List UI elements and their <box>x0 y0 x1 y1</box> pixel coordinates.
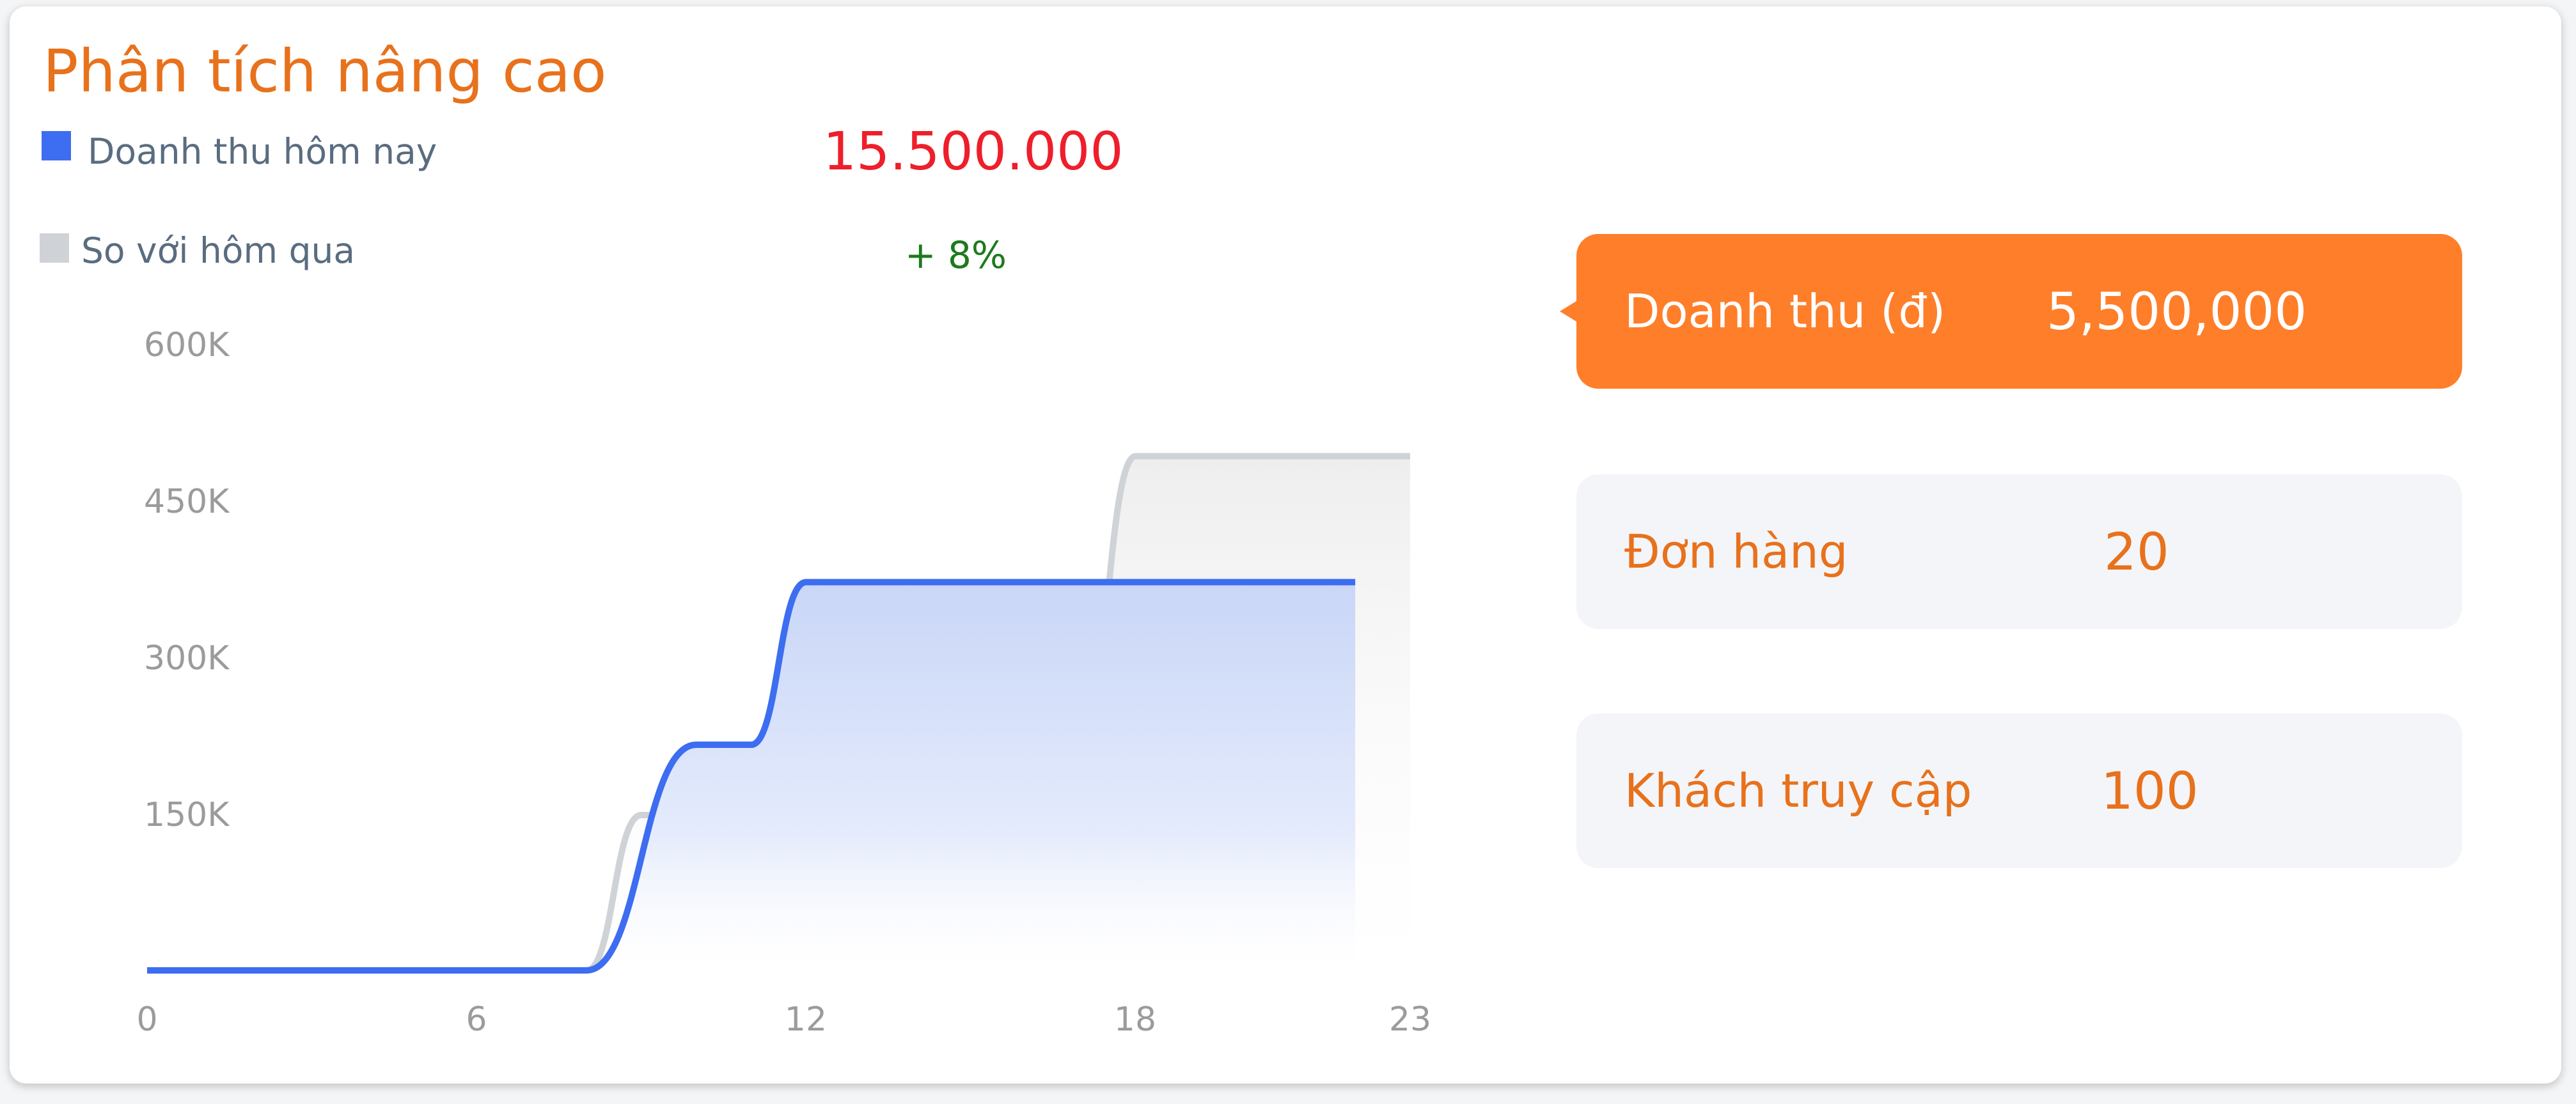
x-tick-label: 6 <box>466 1000 487 1039</box>
stat-visitors-value: 100 <box>2101 761 2199 821</box>
x-tick-label: 23 <box>1388 1000 1432 1039</box>
y-tick-label: 300K <box>144 639 230 678</box>
stat-orders[interactable]: Đơn hàng 20 <box>1576 474 2462 629</box>
stat-revenue-label: Doanh thu (đ) <box>1624 284 1946 338</box>
y-tick-label: 450K <box>144 483 230 521</box>
x-tick-label: 12 <box>784 1000 828 1039</box>
x-tick-label: 18 <box>1113 1000 1157 1039</box>
analytics-card: Phân tích nâng cao Doanh thu hôm nay So … <box>10 6 2561 1084</box>
series-area-1 <box>147 582 1356 970</box>
y-tick-label: 150K <box>144 796 230 834</box>
stat-orders-label: Đơn hàng <box>1624 525 1848 579</box>
stat-revenue-value: 5,500,000 <box>2046 281 2307 341</box>
stat-visitors-label: Khách truy cập <box>1624 764 1972 818</box>
stat-visitors[interactable]: Khách truy cập 100 <box>1576 713 2462 868</box>
stat-revenue[interactable]: Doanh thu (đ) 5,500,000 <box>1560 234 2462 389</box>
stat-orders-value: 20 <box>2104 522 2169 582</box>
revenue-area-chart <box>147 453 1411 974</box>
y-tick-label: 600K <box>144 326 230 364</box>
x-tick-label: 0 <box>136 1000 158 1039</box>
